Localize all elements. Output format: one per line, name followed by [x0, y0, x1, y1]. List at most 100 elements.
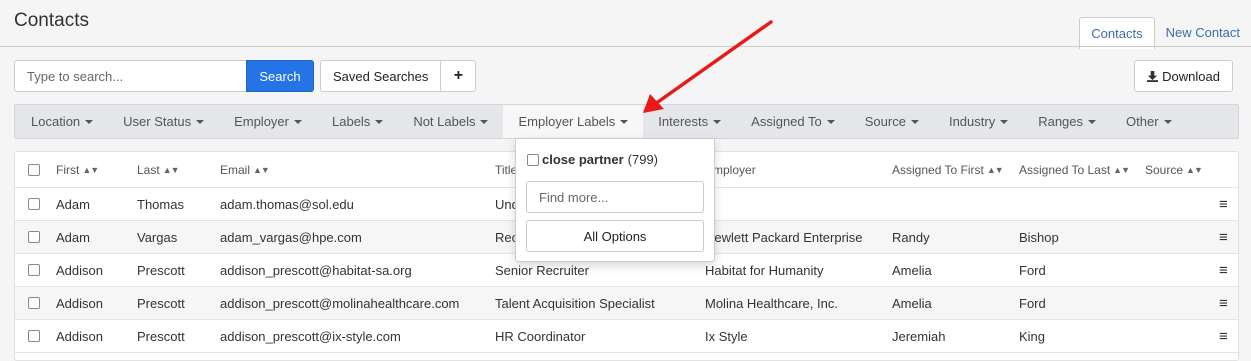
filter-label: Source	[864, 114, 906, 129]
saved-searches-button[interactable]: Saved Searches	[320, 60, 442, 92]
select-all-checkbox[interactable]	[28, 152, 40, 187]
caret-down-icon	[713, 119, 722, 124]
column-header-email[interactable]: Email ▲▼	[220, 152, 270, 187]
download-button[interactable]: Download	[1134, 60, 1233, 92]
filter-label: Employer	[234, 114, 289, 129]
table-cell: HR Coordinator	[495, 328, 586, 344]
find-more-input[interactable]	[526, 181, 704, 213]
table-row[interactable]: Addison Prescott addison_prescott@molinahe…	[15, 287, 1238, 320]
filter-interests[interactable]: Interests	[643, 105, 736, 138]
caret-down-icon	[1000, 119, 1009, 124]
filter-other[interactable]: Other	[1111, 105, 1187, 138]
row-menu-icon[interactable]: ≡	[1219, 188, 1228, 220]
filter-not-labels[interactable]: Not Labels	[398, 105, 503, 138]
table-cell: addison_prescott@ix-style.com	[220, 328, 401, 344]
filter-label: Not Labels	[413, 114, 476, 129]
filter-employer[interactable]: Employer	[219, 105, 317, 138]
header-label: Title	[495, 162, 518, 177]
caret-down-icon	[480, 119, 489, 124]
tab-new-contact[interactable]: New Contact	[1155, 17, 1251, 49]
search-input[interactable]	[14, 60, 246, 92]
row-menu-icon[interactable]: ≡	[1219, 320, 1228, 352]
sort-icon: ▲▼	[1113, 164, 1130, 175]
column-header-first[interactable]: First ▲▼	[56, 152, 99, 187]
filter-label: Employer Labels	[518, 114, 616, 129]
row-checkbox-cell[interactable]	[28, 254, 40, 286]
column-header-source[interactable]: Source ▲▼	[1145, 152, 1203, 187]
column-header-assigned-first[interactable]: Assigned To First ▲▼	[892, 152, 1004, 187]
row-checkbox[interactable]	[28, 297, 40, 309]
filter-label: Industry	[948, 114, 996, 129]
filter-user-status[interactable]: User Status	[108, 105, 219, 138]
all-options-button[interactable]: All Options	[526, 220, 704, 252]
download-icon	[1147, 70, 1159, 82]
table-cell: Addison	[56, 295, 103, 311]
sort-icon: ▲▼	[162, 164, 180, 175]
column-header-last[interactable]: Last ▲▼	[137, 152, 180, 187]
add-search-button[interactable]: +	[441, 60, 477, 92]
row-checkbox-cell[interactable]	[28, 287, 40, 319]
tab-contacts[interactable]: Contacts	[1079, 17, 1155, 49]
option-checkbox[interactable]	[527, 153, 539, 166]
table-cell: Addison	[56, 328, 103, 344]
filter-location[interactable]: Location	[16, 105, 108, 138]
header-label: Last	[137, 162, 160, 177]
column-header-title[interactable]: Title	[495, 152, 517, 187]
table-row[interactable]: Addison Prescott addison_prescott@ix-style…	[15, 320, 1238, 353]
header-label: First	[56, 162, 80, 177]
caret-down-icon	[294, 119, 302, 124]
table-cell: Adam	[56, 196, 90, 212]
checkbox[interactable]	[28, 163, 40, 176]
row-menu-icon[interactable]: ≡	[1219, 254, 1228, 286]
filter-labels[interactable]: Labels	[317, 105, 398, 138]
page-title: Contacts	[14, 10, 89, 31]
table-cell: Randy	[892, 229, 930, 245]
header-label: Assigned To First	[892, 162, 984, 177]
table-cell: Thomas	[137, 196, 184, 212]
table-cell: Adam	[56, 229, 90, 245]
filter-assigned-to[interactable]: Assigned To	[736, 105, 850, 138]
option-count: (799)	[627, 152, 659, 167]
header-label: Source	[1145, 162, 1184, 177]
filter-label: Ranges	[1038, 114, 1084, 129]
row-checkbox-cell[interactable]	[28, 320, 40, 352]
filter-employer-labels[interactable]: Employer Labels	[503, 105, 644, 138]
filter-industry[interactable]: Industry	[934, 105, 1023, 138]
table-cell: Ford	[1019, 262, 1046, 278]
row-checkbox[interactable]	[28, 330, 40, 342]
caret-down-icon	[1088, 119, 1097, 124]
table-cell: Ford	[1019, 295, 1046, 311]
sort-icon: ▲▼	[253, 164, 270, 175]
filter-source[interactable]: Source	[850, 105, 934, 138]
caret-down-icon	[85, 119, 94, 124]
row-checkbox-cell[interactable]	[28, 188, 40, 220]
filter-label: Interests	[658, 114, 709, 129]
sort-icon: ▲▼	[986, 164, 1004, 175]
filter-label: User Status	[123, 114, 192, 129]
filter-ranges[interactable]: Ranges	[1023, 105, 1111, 138]
option-close-partner[interactable]: close partner (799)	[527, 152, 658, 167]
table-cell: Molina Healthcare, Inc.	[705, 295, 838, 311]
table-cell: Vargas	[137, 229, 178, 245]
caret-down-icon	[196, 119, 205, 124]
table-cell: Bishop	[1019, 229, 1059, 245]
filter-label: Labels	[332, 114, 371, 129]
filter-label: Other	[1126, 114, 1159, 129]
table-cell: addison_prescott@molinahealthcare.com	[220, 295, 460, 311]
table-cell: Ix Style	[705, 328, 748, 344]
row-menu-icon[interactable]: ≡	[1219, 287, 1228, 319]
caret-down-icon	[1163, 119, 1172, 124]
header-label: Assigned To Last	[1019, 162, 1111, 177]
row-checkbox[interactable]	[28, 198, 40, 210]
table-cell: Addison	[56, 262, 103, 278]
column-header-assigned-last[interactable]: Assigned To Last ▲▼	[1019, 152, 1130, 187]
table-cell: adam_vargas@hpe.com	[220, 229, 362, 245]
row-checkbox[interactable]	[28, 264, 40, 276]
row-menu-icon[interactable]: ≡	[1219, 221, 1228, 253]
search-button[interactable]: Search	[246, 60, 314, 92]
caret-down-icon	[620, 119, 629, 124]
caret-down-icon	[910, 119, 919, 124]
row-checkbox[interactable]	[28, 231, 40, 243]
table-cell: Prescott	[137, 328, 185, 344]
row-checkbox-cell[interactable]	[28, 221, 40, 253]
